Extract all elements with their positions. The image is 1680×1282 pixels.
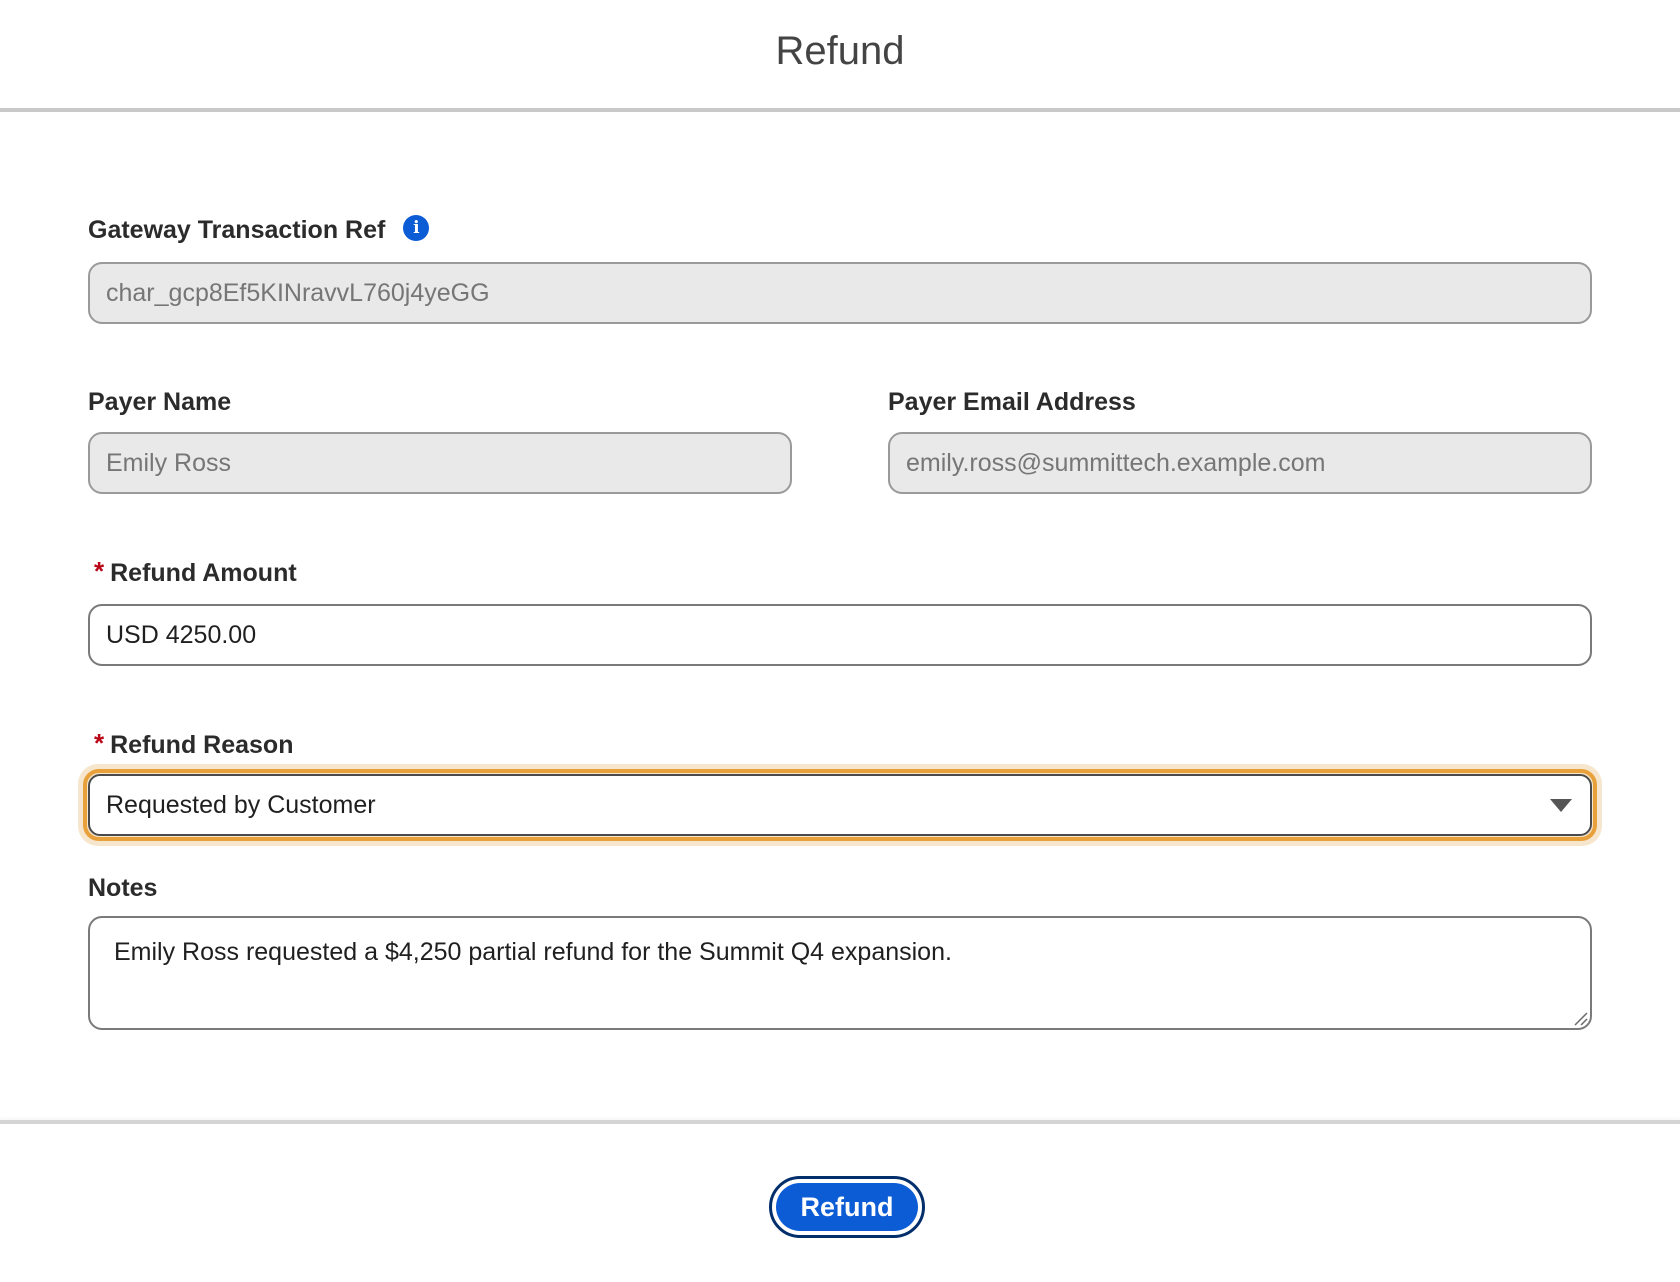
notes-text: Emily Ross requested a $4,250 partial re… xyxy=(114,938,952,966)
modal-title: Refund xyxy=(775,28,905,73)
info-icon[interactable]: i xyxy=(403,214,430,241)
refund-amount-label-row: * Refund Amount xyxy=(88,556,297,589)
payer-name-input[interactable]: Emily Ross xyxy=(88,432,792,494)
payer-email-label: Payer Email Address xyxy=(888,388,1136,416)
gateway-ref-field: Gateway Transaction Ref i char_gcp8Ef5KI… xyxy=(88,214,1592,326)
modal-header: Refund xyxy=(0,0,1680,112)
refund-reason-field: * Refund Reason Requested by Customer xyxy=(78,728,1602,850)
chevron-down-icon xyxy=(1550,799,1572,812)
refund-amount-field: * Refund Amount USD 4250.00 xyxy=(88,556,1592,668)
required-marker: * xyxy=(94,556,105,586)
modal-footer: Refund xyxy=(0,1120,1680,1282)
refund-reason-label-row: * Refund Reason xyxy=(88,728,294,761)
required-marker: * xyxy=(94,728,105,758)
gateway-ref-label-row: Gateway Transaction Ref i xyxy=(88,214,430,245)
resize-grip-icon[interactable] xyxy=(1572,1010,1588,1026)
refund-reason-select[interactable]: Requested by Customer xyxy=(88,774,1592,836)
refund-reason-selected-value: Requested by Customer xyxy=(106,790,376,819)
refund-reason-focus-halo: Requested by Customer xyxy=(78,764,1602,846)
refund-button-focus-ring: Refund xyxy=(769,1176,925,1238)
refund-amount-label: Refund Amount xyxy=(110,559,297,587)
refund-modal: Refund Gateway Transaction Ref i char_gc… xyxy=(0,0,1680,1282)
refund-reason-label: Refund Reason xyxy=(110,731,294,759)
refund-button[interactable]: Refund xyxy=(776,1183,918,1231)
gateway-ref-input[interactable]: char_gcp8Ef5KINravvL760j4yeGG xyxy=(88,262,1592,324)
gateway-ref-label: Gateway Transaction Ref xyxy=(88,216,386,244)
notes-field: Notes Emily Ross requested a $4,250 part… xyxy=(88,874,1592,1034)
payer-name-label: Payer Name xyxy=(88,388,232,416)
payer-email-field: Payer Email Address emily.ross@summittec… xyxy=(888,388,1592,498)
payer-email-input[interactable]: emily.ross@summittech.example.com xyxy=(888,432,1592,494)
notes-textarea[interactable]: Emily Ross requested a $4,250 partial re… xyxy=(88,916,1592,1030)
refund-amount-input[interactable]: USD 4250.00 xyxy=(88,604,1592,666)
notes-label: Notes xyxy=(88,874,158,902)
modal-body: Gateway Transaction Ref i char_gcp8Ef5KI… xyxy=(0,112,1680,1122)
payer-name-field: Payer Name Emily Ross xyxy=(88,388,792,498)
